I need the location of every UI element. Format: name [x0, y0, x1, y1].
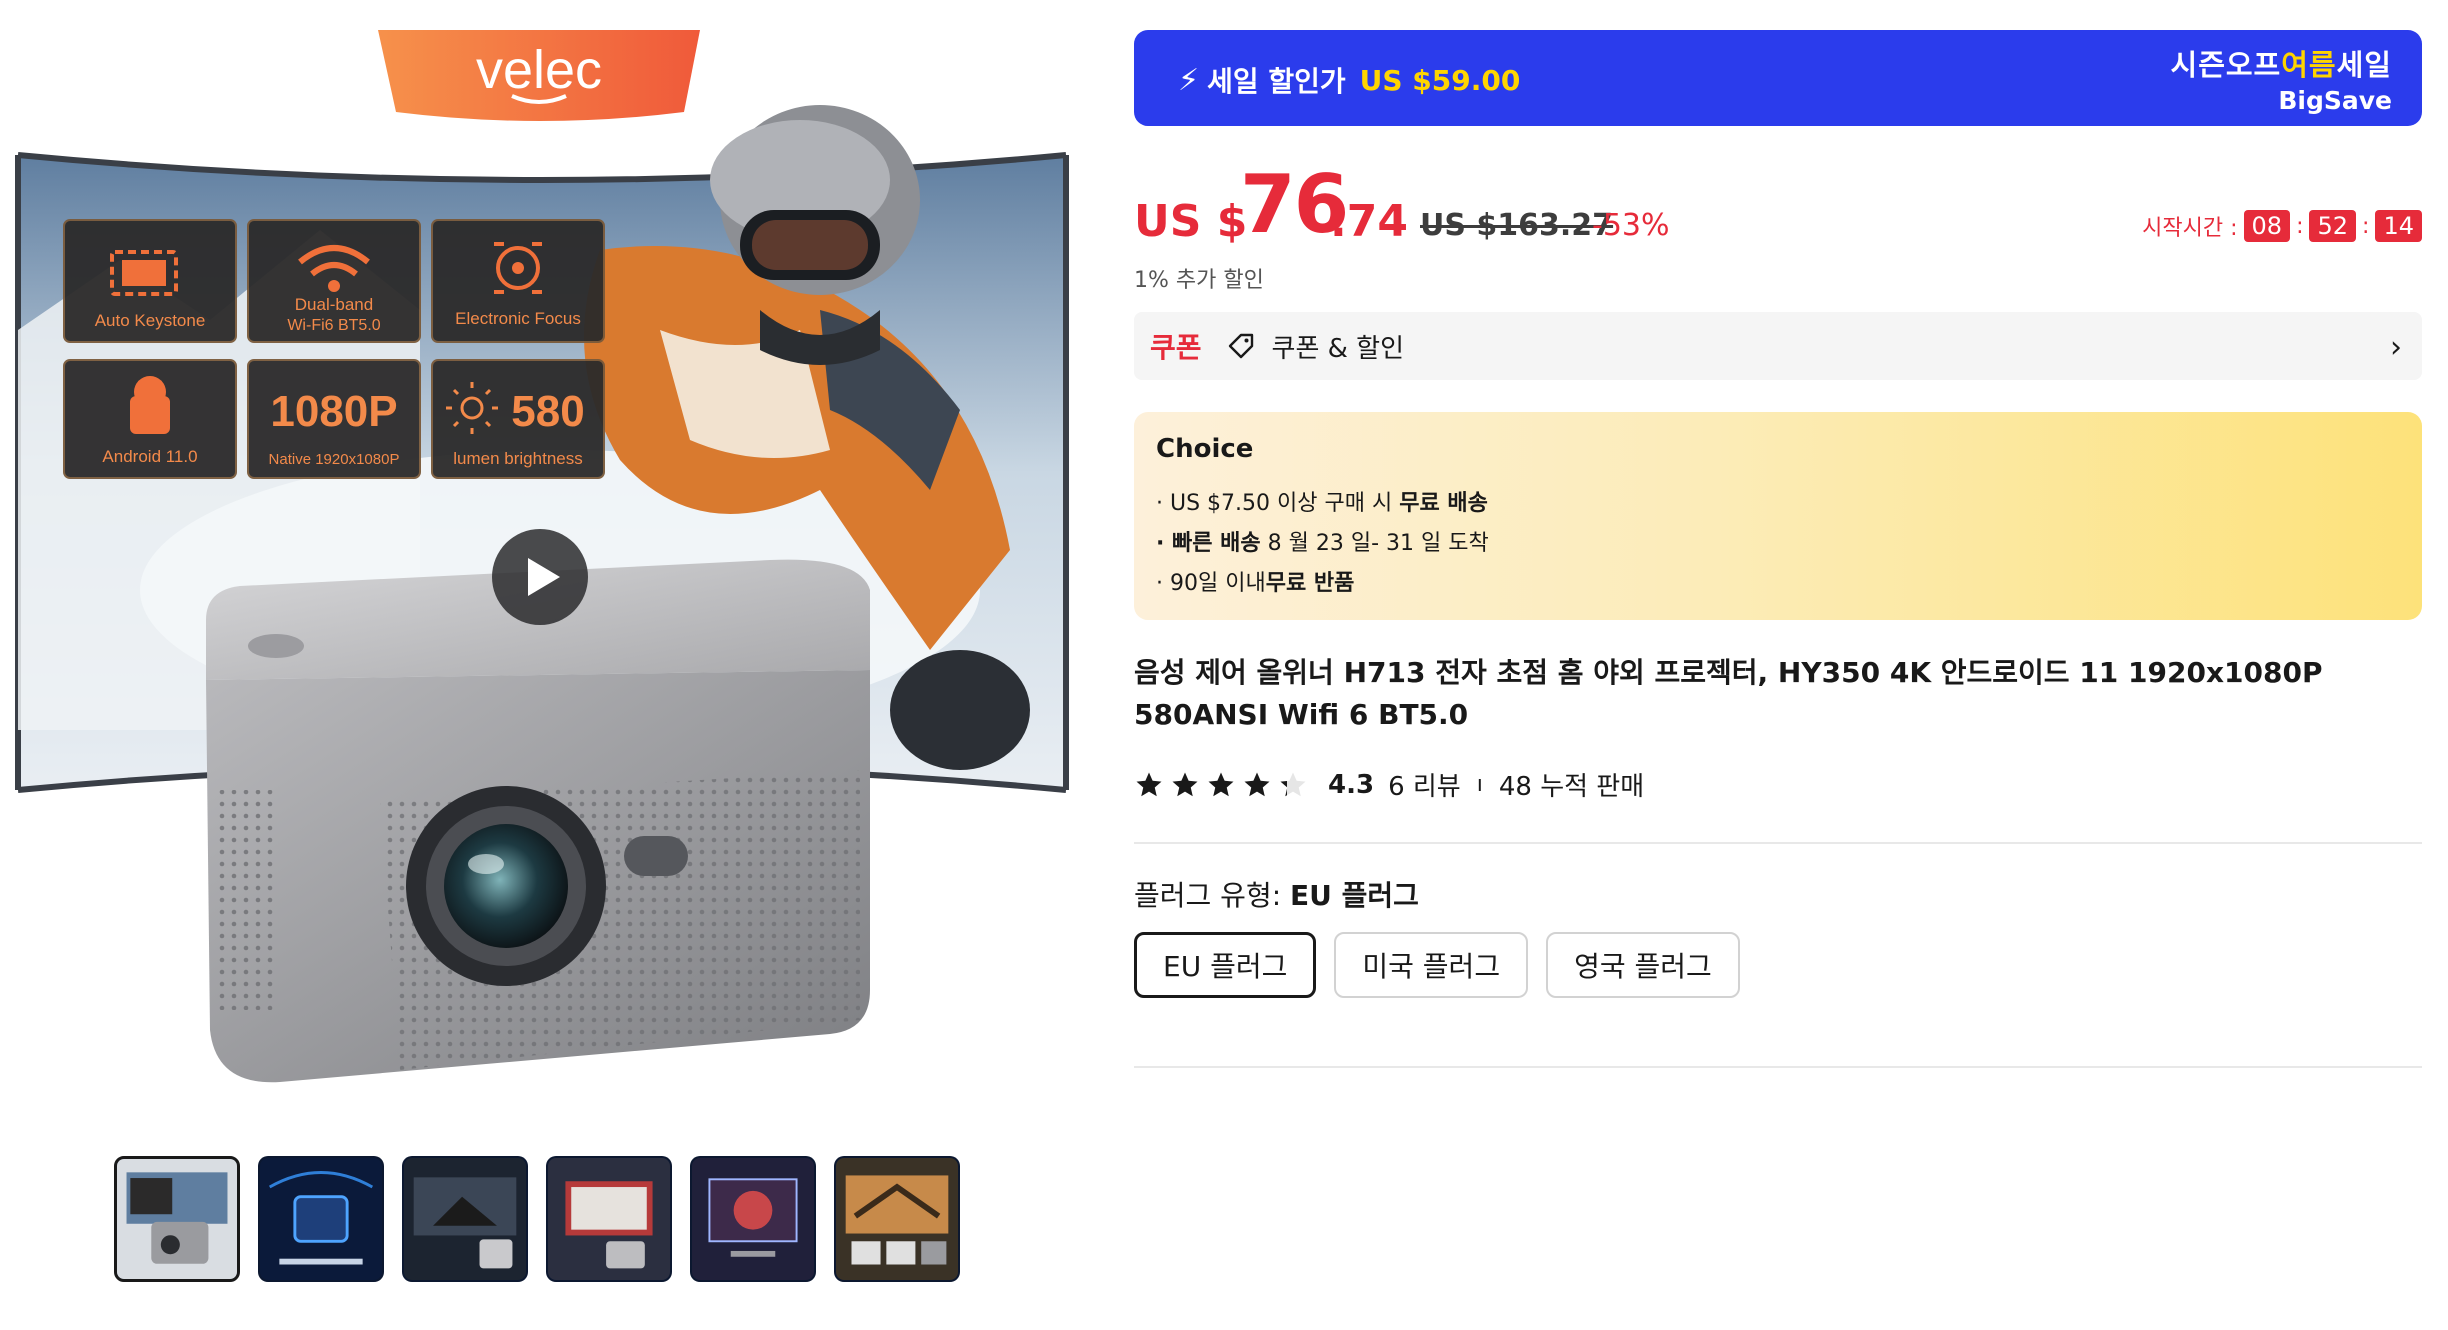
- star-partial-icon: [1280, 772, 1306, 796]
- star-icon: [1172, 772, 1198, 796]
- thumbnail-3[interactable]: [402, 1156, 528, 1282]
- discount-percent: -53%: [1592, 208, 1670, 243]
- feature-label-dual-band: Dual-band: [295, 295, 373, 314]
- star-icon: [1136, 772, 1162, 796]
- plug-type-label: 플러그 유형: EU 플러그: [1134, 879, 1419, 912]
- price-row: US $ 76 .74 US $163.27 -53% 시작시간 : 08 : …: [1134, 158, 2422, 251]
- campaign-logo: 시즌오프여름세일 BigSave: [2171, 42, 2392, 115]
- plug-option-eu[interactable]: EU 플러그: [1134, 932, 1317, 998]
- timer-minutes: 52: [2309, 210, 2357, 242]
- choice-benefits-list: · US $7.50 이상 구매 시 무료 배송 · 빠른 배송 8 월 23 …: [1156, 484, 1489, 604]
- sale-banner[interactable]: ⚡ 세일 할인가 US $59.00 시즌오프여름세일 BigSave: [1134, 30, 2422, 126]
- thumbnail-4[interactable]: [546, 1156, 672, 1282]
- sales-count: 48 누적 판매: [1498, 772, 1645, 802]
- extra-discount: 1% 추가 할인: [1134, 268, 1264, 293]
- feature-big-1080p: 1080P: [270, 387, 397, 436]
- bigsave-logo: BigSave: [2278, 86, 2392, 115]
- star-icon: [1208, 772, 1234, 796]
- choice-benefits-box[interactable]: Choice · US $7.50 이상 구매 시 무료 배송 · 빠른 배송 …: [1134, 412, 2422, 620]
- original-price: US $163.27: [1420, 208, 1614, 243]
- timer-seconds: 14: [2375, 210, 2422, 242]
- lightning-icon: ⚡: [1178, 62, 1200, 98]
- benefit-fast-delivery: · 빠른 배송 8 월 23 일- 31 일 도착: [1156, 531, 1489, 556]
- plug-option-uk[interactable]: 영국 플러그: [1546, 932, 1740, 998]
- chevron-right-icon: ›: [2390, 330, 2402, 365]
- countdown-timer: 시작시간 : 08 : 52 : 14: [2142, 210, 2422, 242]
- timer-hours: 08: [2243, 210, 2291, 242]
- feature-label-electronic-focus: Electronic Focus: [455, 309, 581, 328]
- benefit-free-shipping: · US $7.50 이상 구매 시 무료 배송: [1156, 491, 1488, 516]
- plug-options: EU 플러그 미국 플러그 영국 플러그: [1134, 932, 1740, 998]
- main-product-image[interactable]: velec Auto Keystone Dual-band Wi-Fi6 BT5…: [0, 30, 1086, 1122]
- brand-logo: velec: [476, 40, 602, 100]
- feature-label-lumen: lumen brightness: [453, 449, 582, 468]
- sale-label: 세일 할인가: [1207, 65, 1346, 98]
- rating-score: 4.3: [1328, 769, 1375, 800]
- price-currency: US $: [1134, 196, 1248, 247]
- product-info-panel: ⚡ 세일 할인가 US $59.00 시즌오프여름세일 BigSave US $…: [1134, 30, 2422, 1068]
- coupon-tag: 쿠폰: [1150, 331, 1202, 364]
- divider: [1134, 842, 2422, 844]
- sale-price-line: ⚡ 세일 할인가 US $59.00: [1178, 60, 1520, 100]
- divider: [1134, 1066, 2422, 1068]
- separator: ı: [1476, 772, 1483, 797]
- thumbnail-2[interactable]: [258, 1156, 384, 1282]
- feature-label-native: Native 1920x1080P: [269, 451, 400, 468]
- rating-stars: [1134, 770, 1308, 800]
- thumbnail-strip: [114, 1156, 960, 1282]
- season-title: 시즌오프여름세일: [2170, 48, 2392, 82]
- feature-sub-wifi: Wi-Fi6 BT5.0: [287, 317, 380, 334]
- star-icon: [1244, 772, 1270, 796]
- benefit-free-returns: · 90일 이내무료 반품: [1156, 571, 1355, 596]
- coupon-bar[interactable]: 쿠폰 쿠폰 & 할인 ›: [1134, 312, 2422, 380]
- review-count[interactable]: 6 리뷰: [1388, 766, 1461, 803]
- timer-label: 시작시간 :: [2142, 216, 2238, 241]
- thumbnail-6[interactable]: [834, 1156, 960, 1282]
- tag-icon: [1228, 333, 1253, 359]
- choice-title: Choice: [1156, 434, 1254, 464]
- thumbnail-5[interactable]: [690, 1156, 816, 1282]
- feature-big-580: 580: [511, 387, 584, 436]
- sale-price: US $59.00: [1359, 63, 1521, 97]
- product-title: 음성 제어 올위너 H713 전자 초점 홈 야외 프로젝터, HY350 4K…: [1134, 656, 2323, 731]
- coupon-label: 쿠폰 & 할인: [1271, 333, 1405, 364]
- feature-label-android: Android 11.0: [102, 447, 197, 466]
- rating-row[interactable]: 4.3 6 리뷰 ı 48 누적 판매: [1134, 766, 1644, 803]
- plug-option-us[interactable]: 미국 플러그: [1334, 932, 1529, 998]
- price-decimal: .74: [1330, 196, 1408, 247]
- thumbnail-1[interactable]: [114, 1156, 240, 1282]
- product-photo: velec Auto Keystone Dual-band Wi-Fi6 BT5…: [15, 30, 1069, 1083]
- feature-label-auto-keystone: Auto Keystone: [95, 311, 206, 330]
